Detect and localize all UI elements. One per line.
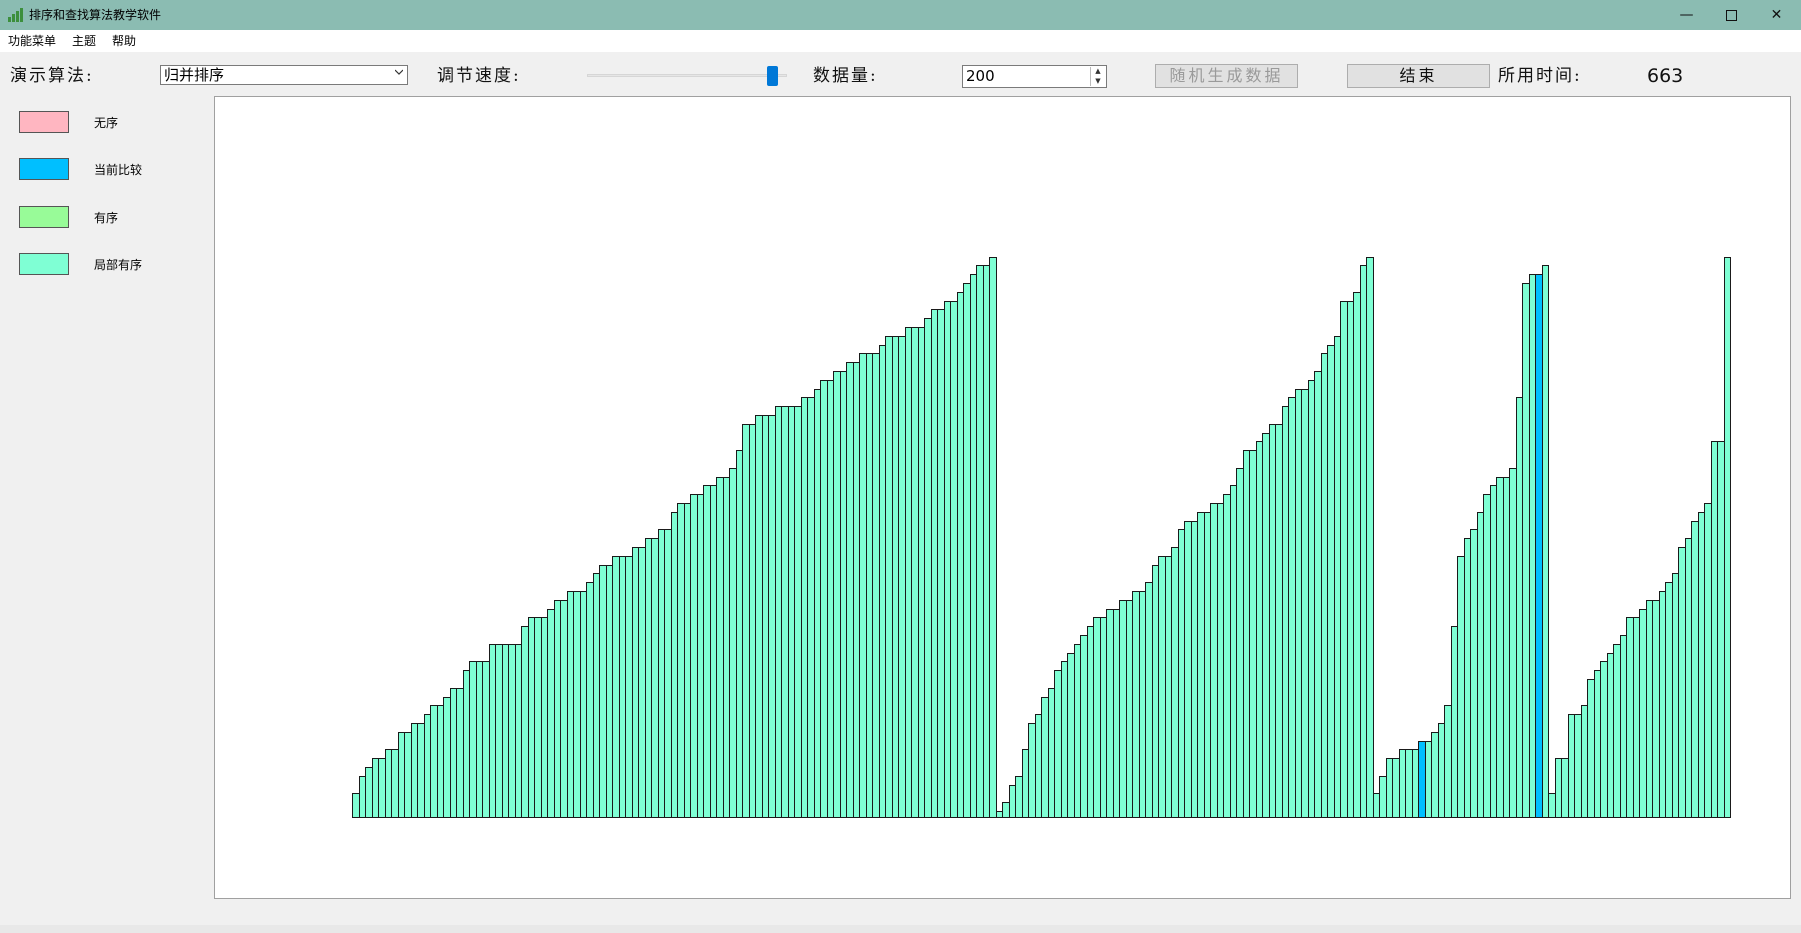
algorithm-value: 归并排序 — [164, 66, 225, 84]
time-label: 所用时间: — [1498, 66, 1582, 86]
legend-label-comparing: 当前比较 — [94, 163, 143, 177]
data-count-stepper[interactable]: 200 ▲ ▼ — [962, 65, 1107, 88]
legend-swatch-partial — [19, 253, 69, 275]
algorithm-select[interactable]: 归并排序 — [160, 65, 408, 85]
maximize-button[interactable] — [1709, 0, 1754, 30]
stepper-down-icon[interactable]: ▼ — [1091, 77, 1105, 86]
stepper-buttons: ▲ ▼ — [1090, 67, 1105, 86]
bar-chart — [215, 97, 1790, 898]
title-bar: 排序和查找算法教学软件 — ✕ — [0, 0, 1801, 30]
menu-bar: 功能菜单 主题 帮助 — [0, 30, 1801, 52]
legend-label-unsorted: 无序 — [94, 116, 119, 130]
slider-track — [587, 74, 787, 77]
legend-label-sorted: 有序 — [94, 211, 119, 225]
bar — [989, 257, 997, 818]
status-bar — [0, 925, 1801, 933]
legend-swatch-comparing — [19, 158, 69, 180]
count-label: 数据量: — [813, 66, 878, 86]
end-button[interactable]: 结束 — [1347, 64, 1490, 88]
visualization-canvas — [214, 96, 1791, 899]
menu-theme[interactable]: 主题 — [72, 34, 96, 48]
minimize-button[interactable]: — — [1664, 0, 1709, 30]
window-title: 排序和查找算法教学软件 — [29, 8, 162, 22]
maximize-icon — [1726, 9, 1737, 21]
chevron-down-icon — [395, 69, 403, 75]
speed-slider[interactable] — [587, 66, 787, 86]
slider-thumb[interactable] — [767, 66, 778, 86]
menu-help[interactable]: 帮助 — [112, 34, 136, 48]
legend-swatch-unsorted — [19, 111, 69, 133]
legend-label-partial: 局部有序 — [94, 258, 143, 272]
algo-label: 演示算法: — [10, 66, 94, 86]
close-button[interactable]: ✕ — [1754, 0, 1799, 30]
bar — [1723, 257, 1731, 818]
bar — [1366, 257, 1374, 818]
speed-label: 调节速度: — [437, 66, 521, 86]
legend-swatch-sorted — [19, 206, 69, 228]
random-data-button[interactable]: 随机生成数据 — [1155, 64, 1298, 88]
app-bars-icon — [8, 8, 24, 22]
bar — [1541, 265, 1549, 818]
stepper-up-icon[interactable]: ▲ — [1091, 67, 1105, 76]
menu-function[interactable]: 功能菜单 — [8, 34, 56, 48]
data-count-value: 200 — [966, 67, 995, 85]
time-value: 663 — [1647, 65, 1684, 87]
